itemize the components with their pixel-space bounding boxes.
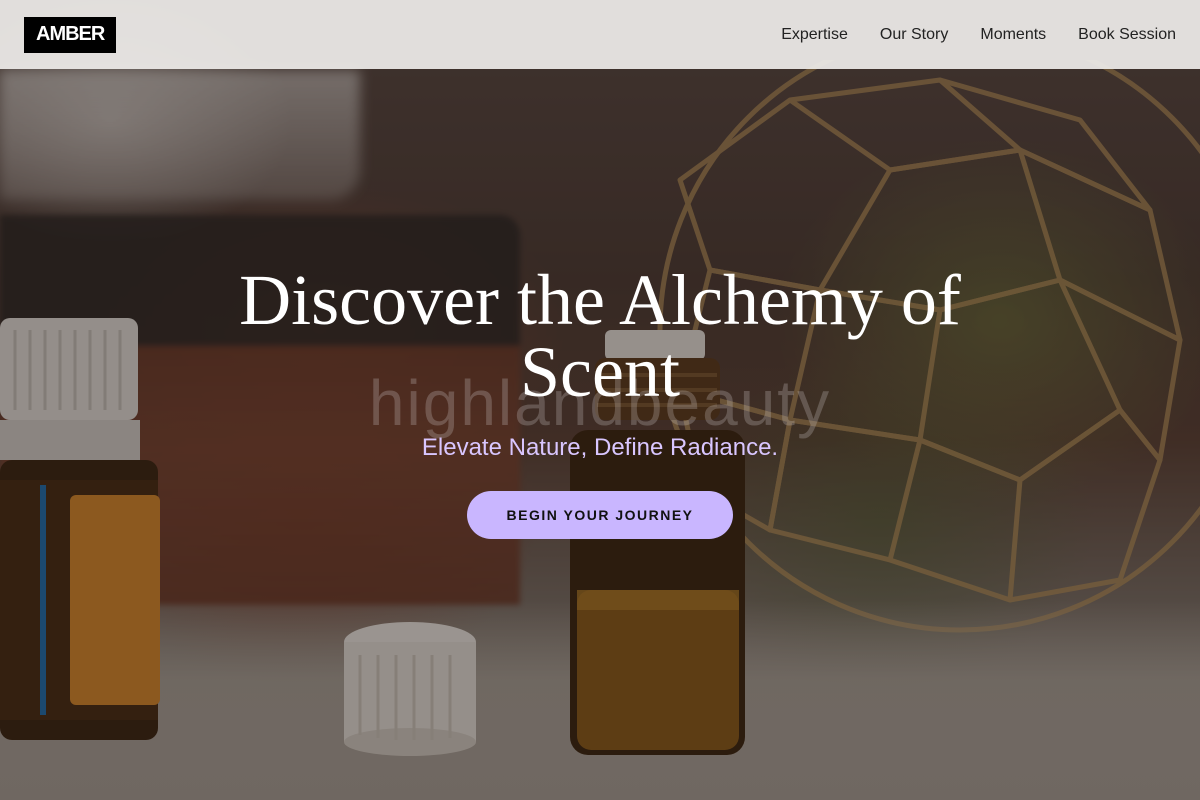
begin-journey-button[interactable]: BEGIN YOUR JOURNEY — [467, 491, 733, 539]
nav-link-moments[interactable]: Moments — [980, 26, 1046, 44]
navbar: AMBER Expertise Our Story Moments Book S… — [0, 0, 1200, 69]
nav-link-our-story[interactable]: Our Story — [880, 26, 948, 44]
hero-content: Discover the Alchemy of Scent Elevate Na… — [0, 264, 1200, 539]
nav-link-book-session[interactable]: Book Session — [1078, 26, 1176, 44]
hero-subtitle: Elevate Nature, Define Radiance. — [421, 434, 779, 461]
hero-title: Discover the Alchemy of Scent — [239, 260, 961, 412]
brand-logo[interactable]: AMBER — [24, 16, 117, 53]
nav-links: Expertise Our Story Moments Book Session — [781, 26, 1176, 44]
nav-link-expertise[interactable]: Expertise — [781, 26, 848, 44]
